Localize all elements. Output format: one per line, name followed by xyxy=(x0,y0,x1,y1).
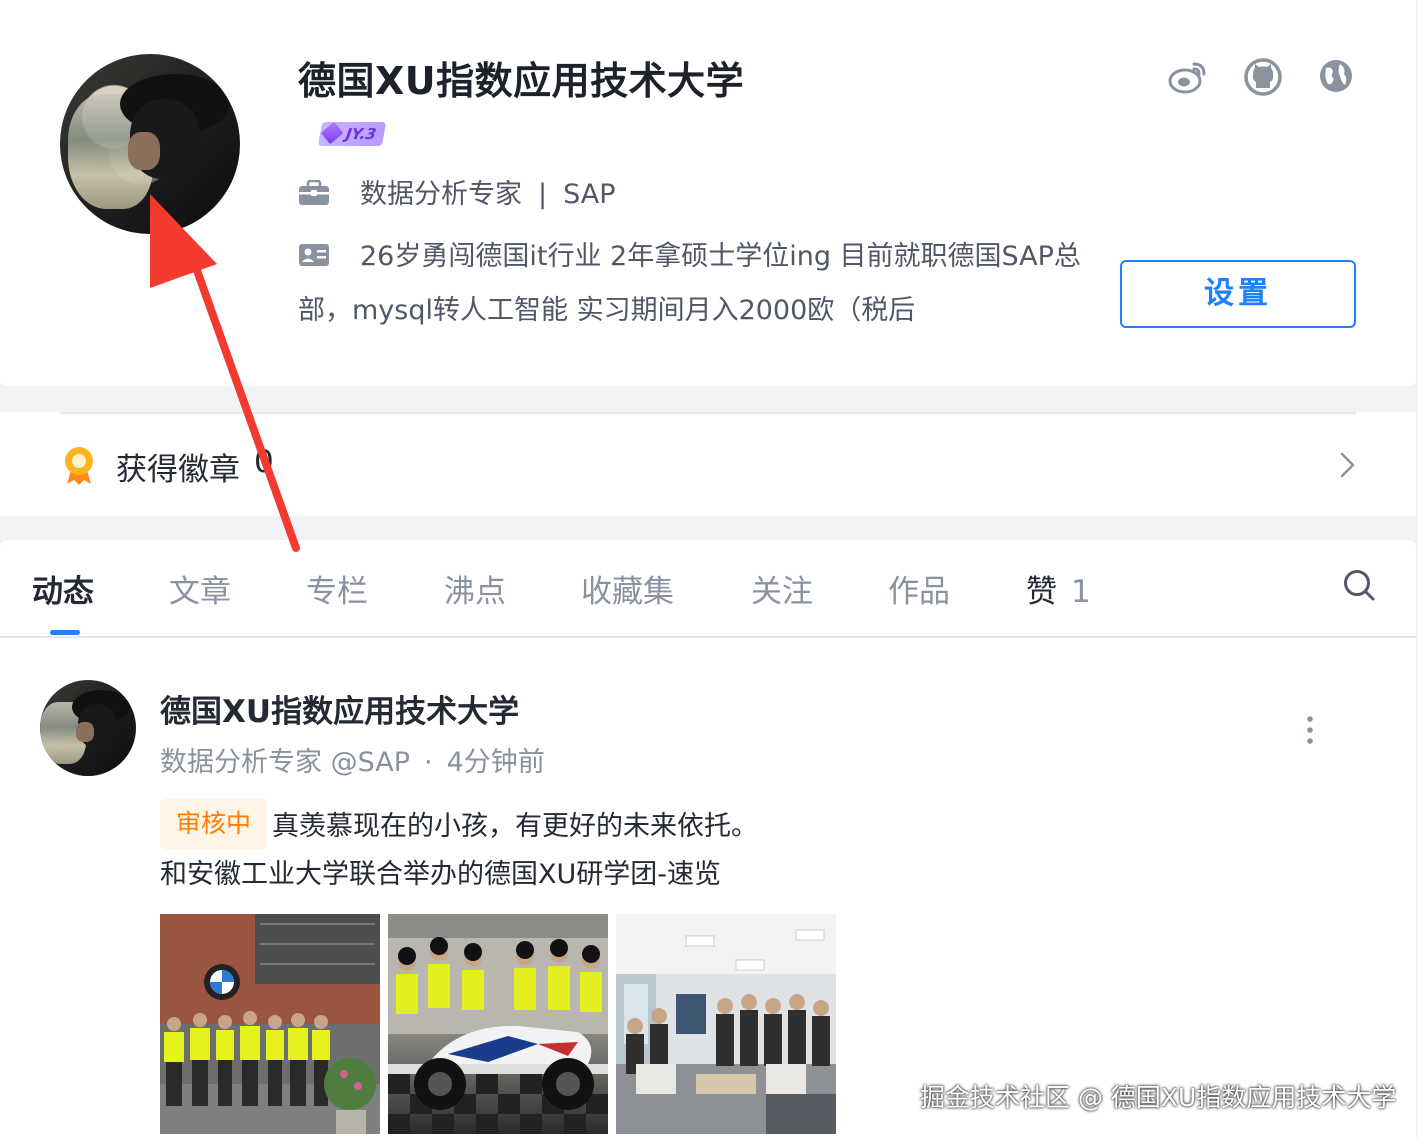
post-status-badge: 审核中 xyxy=(160,798,268,850)
watermark: 掘金技术社区 @ 德国XU指数应用技术大学 xyxy=(920,1083,1397,1112)
tab-label: 关注 xyxy=(751,574,813,610)
level-gem-icon xyxy=(320,121,344,145)
job-company: SAP xyxy=(563,179,616,210)
post-image-3-art xyxy=(616,914,836,1134)
tab-likes[interactable]: 赞1 xyxy=(1026,566,1091,611)
post-time: 4分钟前 xyxy=(446,747,545,778)
tab-label: 收藏集 xyxy=(581,574,674,610)
post-image-classroom-group[interactable] xyxy=(616,914,836,1134)
profile-username: 德国XU指数应用技术大学 xyxy=(298,59,745,103)
tab-label: 作品 xyxy=(888,574,950,610)
post-meta: 数据分析专家 @SAP · 4分钟前 xyxy=(160,740,545,779)
post-image-motorbike-group[interactable] xyxy=(388,914,608,1134)
post-meta-dot: · xyxy=(423,747,433,778)
tab-pins[interactable]: 沸点 xyxy=(444,566,506,611)
post-text-line1: 真羡慕现在的小孩，有更好的未来依托。 xyxy=(272,811,758,842)
post-author-name[interactable]: 德国XU指数应用技术大学 xyxy=(160,686,519,731)
settings-button[interactable]: 设置 xyxy=(1120,260,1356,328)
profile-avatar[interactable] xyxy=(60,54,240,234)
tab-columns[interactable]: 专栏 xyxy=(306,566,368,611)
post-image-1-art xyxy=(160,914,380,1134)
bio-row: 26岁勇闯德国it行业 2年拿硕士学位ing 目前就职德国SAP总 xyxy=(298,234,1081,273)
tab-collections[interactable]: 收藏集 xyxy=(581,566,674,611)
badge-card-divider xyxy=(60,412,1356,414)
tab-label: 专栏 xyxy=(306,574,368,610)
job-separator: | xyxy=(538,179,548,210)
bio-text-line2: 部，mysql转人工智能 实习期间月入2000欧（税后 xyxy=(298,295,916,326)
medal-icon xyxy=(65,447,93,485)
post-image-bmw-group[interactable] xyxy=(160,914,380,1134)
tab-activity[interactable]: 动态 xyxy=(32,566,94,611)
tab-label: 动态 xyxy=(32,574,94,610)
avatar-face-shape xyxy=(128,132,160,170)
chevron-right-icon[interactable] xyxy=(1336,450,1358,480)
weibo-icon[interactable] xyxy=(1168,58,1208,94)
more-options-icon[interactable] xyxy=(1298,714,1322,746)
job-row: 数据分析专家 | SAP xyxy=(298,172,616,211)
badge-label: 获得徽章 xyxy=(116,452,240,488)
bio-text-line1: 26岁勇闯德国it行业 2年拿硕士学位ing 目前就职德国SAP总 xyxy=(360,241,1081,272)
level-badge-label: JY.3 xyxy=(344,125,378,143)
id-card-icon xyxy=(299,243,329,266)
website-globe-icon[interactable] xyxy=(1318,58,1354,94)
briefcase-icon xyxy=(299,179,329,205)
tab-label: 沸点 xyxy=(444,574,506,610)
search-icon[interactable] xyxy=(1342,568,1376,602)
tab-label: 文章 xyxy=(169,574,231,610)
post-author-title: 数据分析专家 @SAP xyxy=(160,747,410,778)
post-image-2-art xyxy=(388,914,608,1134)
tab-following[interactable]: 关注 xyxy=(751,566,813,611)
tab-likes-count: 1 xyxy=(1071,574,1091,610)
level-badge[interactable]: JY.3 xyxy=(317,121,387,146)
tab-works[interactable]: 作品 xyxy=(888,566,950,611)
post-author-avatar[interactable] xyxy=(40,680,136,776)
avatar-face-shape xyxy=(76,722,94,742)
badge-count: 0 xyxy=(254,444,274,480)
job-title: 数据分析专家 xyxy=(360,179,522,210)
tab-label: 赞 xyxy=(1026,574,1057,610)
github-icon[interactable] xyxy=(1244,58,1282,96)
tab-active-indicator xyxy=(50,630,80,635)
tab-articles[interactable]: 文章 xyxy=(169,566,231,611)
post-text-line2: 和安徽工业大学联合举办的德国XU研学团-速览 xyxy=(160,859,722,890)
